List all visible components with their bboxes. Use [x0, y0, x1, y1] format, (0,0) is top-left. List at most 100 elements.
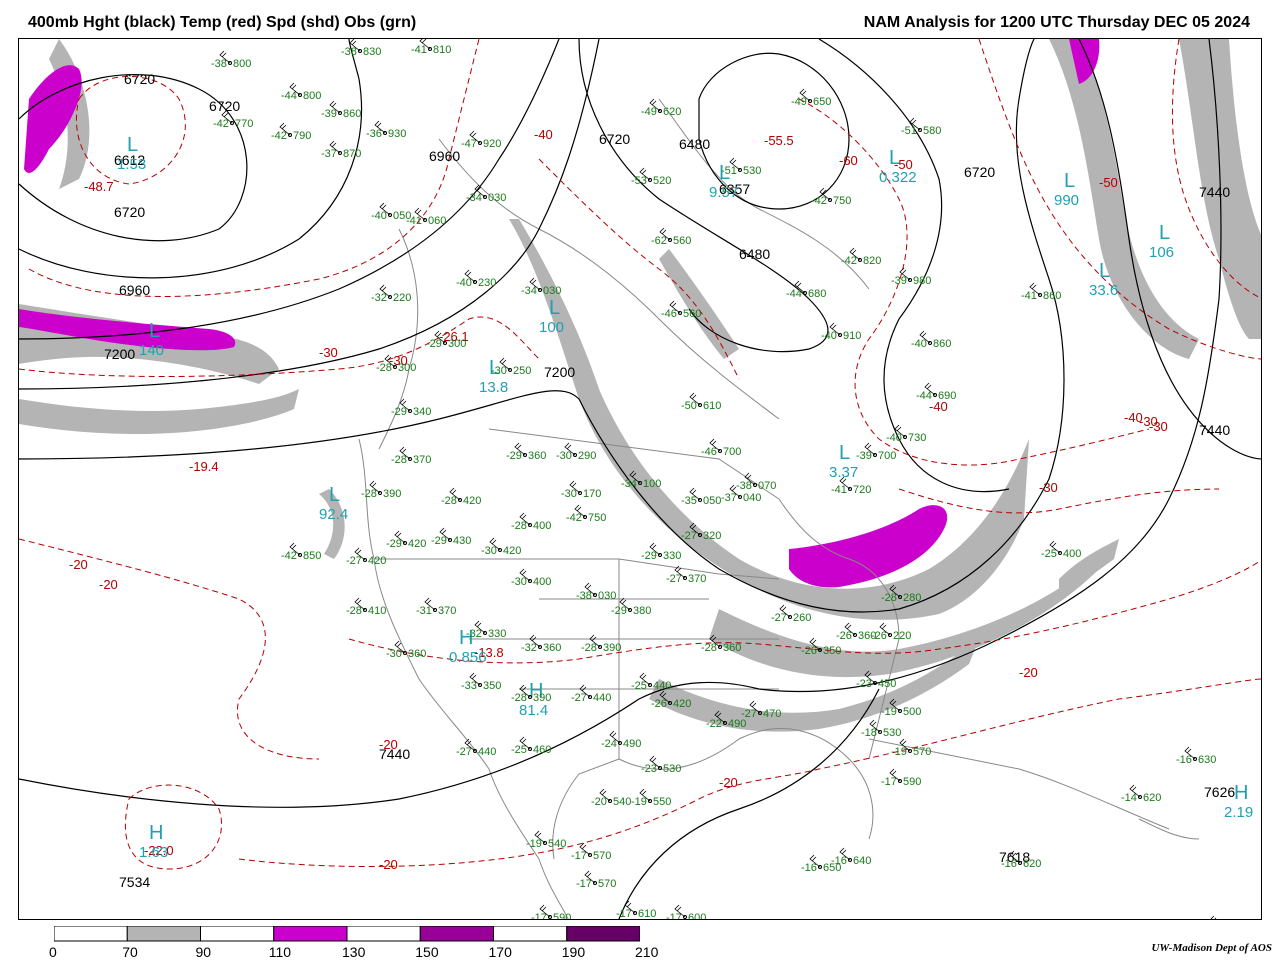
- obs-height: 400: [1063, 548, 1081, 560]
- legend-swatch: [419, 926, 494, 942]
- map-title-left: 400mb Hght (black) Temp (red) Spd (shd) …: [28, 14, 417, 31]
- obs-height: 370: [438, 605, 456, 617]
- obs-height: 530: [743, 165, 761, 177]
- obs-temp: -27: [666, 573, 682, 585]
- speed-shading-70-90: [19, 39, 1261, 732]
- obs-height: 560: [673, 235, 691, 247]
- obs-temp: -19: [631, 796, 647, 808]
- temperature-label: -55.5: [764, 133, 794, 148]
- obs-height: 850: [303, 550, 321, 562]
- pressure-center-letter: L: [889, 147, 900, 169]
- obs-height: 300: [448, 338, 466, 350]
- legend-tick-label: 170: [488, 944, 512, 960]
- obs-height: 570: [598, 878, 616, 890]
- obs-height: 330: [488, 628, 506, 640]
- obs-height: 630: [1198, 754, 1216, 766]
- obs-height: 930: [388, 128, 406, 140]
- pressure-center-value: 9.57: [709, 184, 738, 201]
- obs-temp: -23: [856, 678, 872, 690]
- pressure-center-letter: L: [127, 134, 138, 156]
- obs-height: 390: [533, 692, 551, 704]
- obs-temp: -31: [416, 605, 432, 617]
- temperature-label: -30: [1139, 414, 1158, 429]
- obs-height: 380: [633, 605, 651, 617]
- pressure-center-letter: L: [1099, 260, 1110, 282]
- pressure-center-value: 1.63: [139, 844, 168, 861]
- obs-temp: -23: [641, 763, 657, 775]
- obs-temp: -35: [681, 495, 697, 507]
- obs-height: 440: [593, 692, 611, 704]
- obs-temp: -26: [801, 645, 817, 657]
- obs-height: 290: [578, 450, 596, 462]
- obs-height: 690: [938, 390, 956, 402]
- obs-temp: -51: [901, 125, 917, 137]
- obs-height: 540: [548, 838, 566, 850]
- obs-temp: -39: [891, 275, 907, 287]
- obs-height: 860: [1043, 290, 1061, 302]
- obs-height: 800: [233, 58, 251, 70]
- obs-temp: -17: [666, 912, 682, 920]
- pressure-center-value: 990: [1054, 192, 1079, 209]
- obs-temp: -25: [631, 680, 647, 692]
- obs-height: 230: [478, 277, 496, 289]
- obs-temp: -25: [511, 744, 527, 756]
- height-label: 7440: [1199, 184, 1230, 200]
- obs-height: 590: [553, 912, 571, 920]
- obs-height: 820: [863, 255, 881, 267]
- obs-temp: -27: [741, 708, 757, 720]
- obs-height: 530: [663, 763, 681, 775]
- obs-height: 910: [843, 330, 861, 342]
- obs-temp: -38: [341, 46, 357, 58]
- obs-height: 390: [383, 488, 401, 500]
- obs-temp: -34: [521, 285, 537, 297]
- obs-temp: -38: [211, 58, 227, 70]
- obs-height: 170: [583, 488, 601, 500]
- obs-height: 410: [368, 605, 386, 617]
- pressure-center-letter: L: [1064, 170, 1075, 192]
- obs-height: 530: [883, 727, 901, 739]
- obs-temp: -30: [386, 648, 402, 660]
- obs-height: 030: [543, 285, 561, 297]
- legend-swatch: [566, 926, 640, 942]
- obs-height: 490: [623, 738, 641, 750]
- pressure-center-letter: L: [329, 484, 340, 506]
- legend-swatch: [126, 926, 201, 942]
- obs-temp: -46: [701, 446, 717, 458]
- obs-temp: -41: [831, 484, 847, 496]
- obs-temp: -34: [621, 478, 637, 490]
- height-label: 7534: [119, 874, 150, 890]
- pressure-center-value: 3.37: [829, 464, 858, 481]
- obs-temp: -44: [281, 90, 297, 102]
- obs-height: 680: [808, 288, 826, 300]
- obs-temp: -40: [371, 210, 387, 222]
- obs-temp: -28: [581, 642, 597, 654]
- obs-temp: -27: [771, 612, 787, 624]
- obs-height: 220: [893, 630, 911, 642]
- obs-height: 360: [528, 450, 546, 462]
- temperature-label: -50: [1099, 175, 1118, 190]
- obs-temp: -17: [881, 776, 897, 788]
- height-label: 6720: [599, 131, 630, 147]
- legend-swatch: [346, 926, 421, 942]
- obs-height: 220: [393, 292, 411, 304]
- legend-tick-label: 150: [415, 944, 439, 960]
- obs-height: 390: [603, 642, 621, 654]
- temperature-label: -20: [379, 857, 398, 872]
- obs-height: 570: [913, 746, 931, 758]
- obs-height: 450: [878, 678, 896, 690]
- obs-height: 070: [758, 480, 776, 492]
- obs-temp: -40: [911, 338, 927, 350]
- obs-height: 700: [878, 450, 896, 462]
- obs-height: 040: [743, 492, 761, 504]
- temperature-label: -40: [534, 127, 553, 142]
- obs-height: 620: [1143, 792, 1161, 804]
- obs-height: 920: [483, 138, 501, 150]
- obs-height: 800: [303, 90, 321, 102]
- obs-temp: -29: [426, 338, 442, 350]
- obs-temp: -16: [1001, 858, 1017, 870]
- obs-temp: -25: [1041, 548, 1057, 560]
- obs-temp: -14: [1121, 792, 1137, 804]
- obs-height: 770: [235, 118, 253, 130]
- obs-height: 610: [638, 908, 656, 920]
- obs-temp: -27: [346, 555, 362, 567]
